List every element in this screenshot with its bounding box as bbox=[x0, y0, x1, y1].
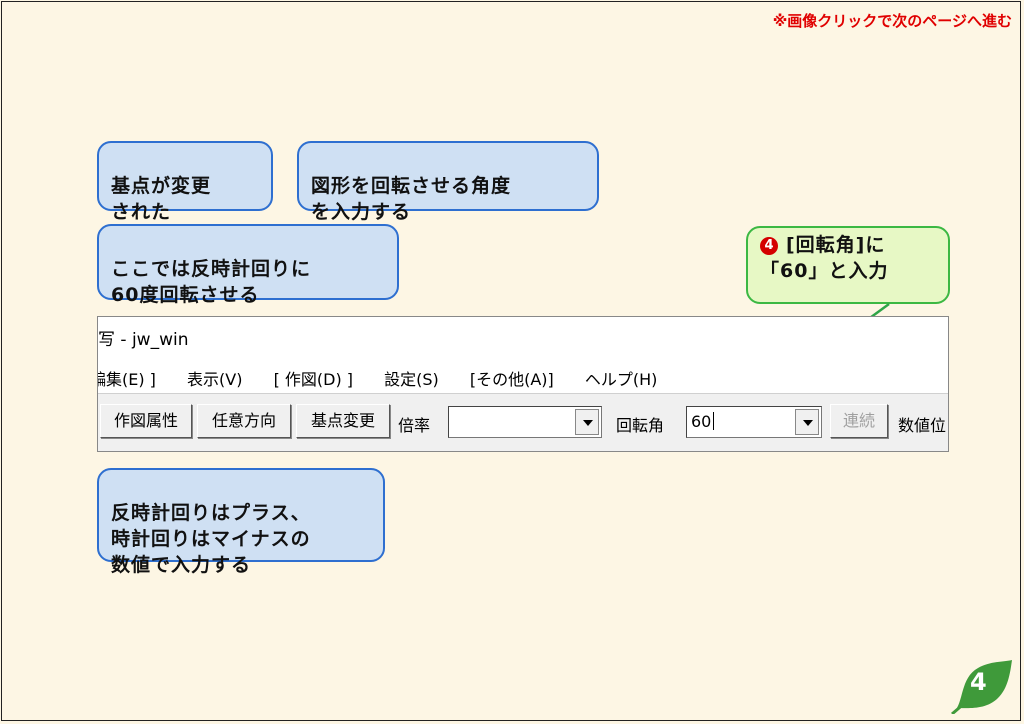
any-direction-button[interactable]: 任意方向 bbox=[197, 404, 291, 438]
window-title: 写 - jw_win bbox=[98, 330, 189, 350]
page-number-leaf: 4 bbox=[948, 658, 1014, 714]
menu-other[interactable]: [その他(A)] bbox=[470, 370, 554, 389]
step-number-badge: 4 bbox=[760, 237, 778, 255]
callout-enter-angle: 図形を回転させる角度 を入力する bbox=[297, 141, 599, 223]
callout-step4-line1: 4 [回転角]に bbox=[760, 232, 936, 258]
toolbar: 作図属性 任意方向 基点変更 倍率 回転角 60 連続 数値位 bbox=[98, 393, 948, 451]
scale-combo[interactable] bbox=[448, 406, 602, 438]
callout-rotate-ccw: ここでは反時計回りに 60度回転させる bbox=[97, 224, 399, 306]
continuous-button[interactable]: 連続 bbox=[830, 404, 888, 438]
angle-dropdown-arrow-icon[interactable] bbox=[795, 409, 819, 435]
callout-step4-line2: 「60」と入力 bbox=[760, 260, 889, 282]
angle-combo[interactable]: 60 bbox=[686, 406, 822, 438]
menu-help[interactable]: ヘルプ(H) bbox=[585, 370, 658, 389]
callout-rotate-ccw-text: ここでは反時計回りに 60度回転させる bbox=[111, 258, 312, 306]
callout-step4: 4 [回転角]に 「60」と入力 bbox=[746, 226, 950, 304]
angle-value[interactable]: 60 bbox=[691, 412, 715, 431]
scale-label: 倍率 bbox=[398, 416, 431, 435]
callout-base-changed: 基点が変更 された bbox=[97, 141, 273, 223]
draw-attr-button[interactable]: 作図属性 bbox=[100, 404, 192, 438]
menu-bar: 編集(E) ] 表示(V) [ 作図(D) ] 設定(S) [その他(A)] ヘ… bbox=[98, 366, 683, 390]
angle-label: 回転角 bbox=[616, 416, 665, 435]
app-window-screenshot: 写 - jw_win 編集(E) ] 表示(V) [ 作図(D) ] 設定(S)… bbox=[97, 316, 949, 452]
menu-view[interactable]: 表示(V) bbox=[187, 370, 242, 389]
next-page-note[interactable]: ※画像クリックで次のページへ進む bbox=[773, 10, 1012, 31]
numeric-label: 数値位 bbox=[898, 416, 947, 435]
base-change-button[interactable]: 基点変更 bbox=[296, 404, 390, 438]
text-cursor bbox=[713, 412, 715, 430]
callout-sign-rule: 反時計回りはプラス、 時計回りはマイナスの 数値で入力する bbox=[97, 468, 385, 576]
page-number: 4 bbox=[970, 668, 987, 696]
scale-dropdown-arrow-icon[interactable] bbox=[575, 409, 599, 435]
menu-edit[interactable]: 編集(E) ] bbox=[98, 370, 156, 389]
menu-draw[interactable]: [ 作図(D) ] bbox=[274, 370, 353, 389]
menu-settings[interactable]: 設定(S) bbox=[384, 370, 439, 389]
